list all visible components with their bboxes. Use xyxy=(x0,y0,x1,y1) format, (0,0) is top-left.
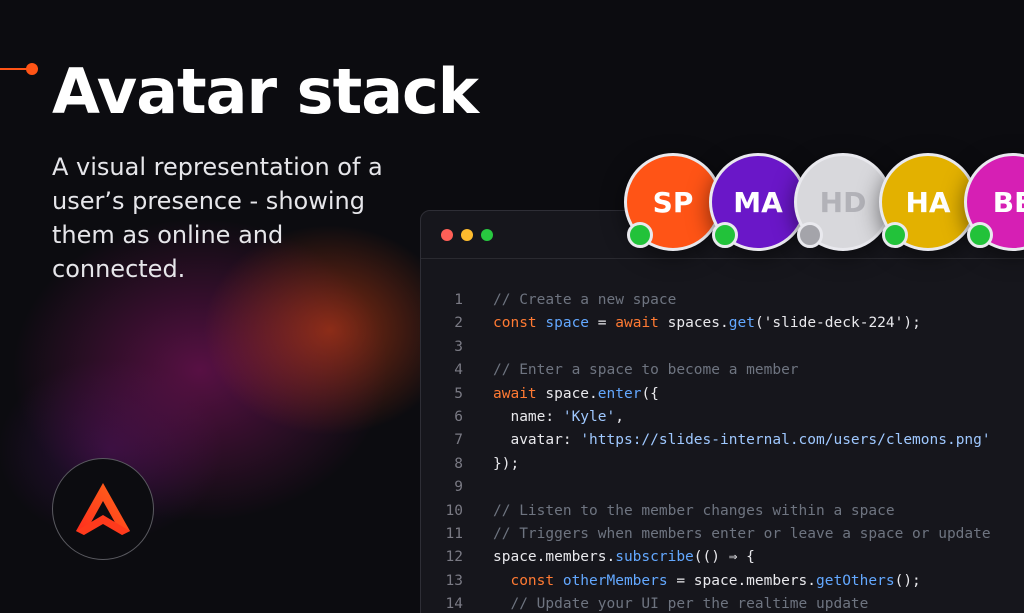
code-token: = xyxy=(589,315,616,332)
line-number: 10 xyxy=(445,502,463,519)
ably-logo-icon xyxy=(76,483,130,535)
code-token: ({ xyxy=(641,385,659,402)
line-number: 6 xyxy=(454,408,463,425)
code-text: // Update your UI per the realtime updat… xyxy=(493,593,868,613)
avatar-hd[interactable]: HD xyxy=(794,153,892,251)
avatar-sp[interactable]: SP xyxy=(624,153,722,251)
code-token: name: xyxy=(493,408,563,425)
code-token: // Update your UI per the realtime updat… xyxy=(493,596,869,613)
code-token: // Create a new space xyxy=(493,292,677,308)
line-number: 8 xyxy=(454,455,463,472)
code-token: get xyxy=(728,315,755,332)
code-text: // Triggers when members enter or leave … xyxy=(493,523,991,546)
code-text: avatar: 'https://slides-internal.com/use… xyxy=(493,429,991,452)
code-line: 6 name: 'Kyle', xyxy=(421,406,1024,429)
code-line: 12 space.members.subscribe(() ⇒ { xyxy=(421,546,1024,569)
close-window-button[interactable] xyxy=(441,229,453,241)
code-token: = space.members. xyxy=(667,572,817,589)
line-number: 4 xyxy=(454,362,463,379)
line-number: 9 xyxy=(454,479,463,496)
avatar-initials: MA xyxy=(733,185,783,219)
code-token: ('slide-deck-224'); xyxy=(754,315,921,332)
code-token: otherMembers xyxy=(562,572,668,589)
code-token: , xyxy=(615,408,624,425)
page-subtitle: A visual representation of a user’s pres… xyxy=(52,153,383,283)
code-line: 13 const otherMembers = space.members.ge… xyxy=(421,570,1024,593)
line-number: 12 xyxy=(445,549,463,566)
code-token: getOthers xyxy=(816,572,895,589)
line-number: 13 xyxy=(445,572,463,589)
code-text: const otherMembers = space.members.getOt… xyxy=(493,570,921,593)
code-token: 'https://slides-internal.com/users/clemo… xyxy=(580,432,991,449)
code-text: // Enter a space to become a member xyxy=(493,359,799,382)
code-editor[interactable]: 1 // Create a new space 2 const space = awa… xyxy=(421,289,1024,613)
code-token: // Listen to the member changes within a… xyxy=(493,502,895,519)
code-token: enter xyxy=(597,385,642,402)
code-text: name: 'Kyle', xyxy=(493,406,624,429)
code-token: spaces. xyxy=(667,315,729,332)
avatar-ma[interactable]: MA xyxy=(709,153,807,251)
code-line: 4 // Enter a space to become a member xyxy=(421,359,1024,382)
online-status-indicator xyxy=(712,222,738,248)
code-text: const space = await spaces.get('slide-de… xyxy=(493,312,921,335)
avatar-ha[interactable]: HA xyxy=(879,153,977,251)
code-line: 14 // Update your UI per the realtime up… xyxy=(421,593,1024,613)
code-token: // Enter a space to become a member xyxy=(493,362,799,379)
line-number: 3 xyxy=(454,338,463,355)
line-number: 2 xyxy=(454,315,463,332)
line-number: 5 xyxy=(454,385,463,402)
code-token: const xyxy=(493,315,546,332)
avatar-be[interactable]: BE xyxy=(964,153,1024,251)
code-token: (() ⇒ { xyxy=(693,549,755,566)
code-line: 10 // Listen to the member changes within… xyxy=(421,500,1024,523)
code-line: 7 avatar: 'https://slides-internal.com/u… xyxy=(421,429,1024,452)
code-text: }); xyxy=(493,453,519,476)
code-line: 1 // Create a new space xyxy=(421,289,1024,312)
avatar-initials: SP xyxy=(652,185,694,219)
code-window: 1 // Create a new space 2 const space = awa… xyxy=(420,210,1024,613)
line-number: 1 xyxy=(454,292,463,308)
code-line: 2 const space = await spaces.get('slide-d… xyxy=(421,312,1024,335)
code-line: 8}); xyxy=(421,453,1024,476)
online-status-indicator xyxy=(967,222,993,248)
offline-status-indicator xyxy=(797,222,823,248)
code-line: 5 await space.enter({ xyxy=(421,383,1024,406)
code-token: await xyxy=(615,315,668,332)
code-text: // Listen to the member changes within a… xyxy=(493,500,895,523)
code-token: await xyxy=(493,385,546,402)
online-status-indicator xyxy=(627,222,653,248)
code-token: space.members. xyxy=(493,549,616,566)
code-token: subscribe xyxy=(615,549,694,566)
line-number: 14 xyxy=(445,596,463,613)
code-text: // Create a new space xyxy=(493,289,676,312)
line-number: 11 xyxy=(445,525,463,542)
avatar-initials: HA xyxy=(905,185,951,219)
code-token: }); xyxy=(493,455,520,472)
online-status-indicator xyxy=(882,222,908,248)
code-token: (); xyxy=(894,572,921,589)
maximize-window-button[interactable] xyxy=(481,229,493,241)
page-title: Avatar stack xyxy=(52,55,479,128)
code-line: 3 xyxy=(421,336,1024,359)
code-text: await space.enter({ xyxy=(493,383,659,406)
code-token: // Triggers when members enter or leave … xyxy=(493,525,991,542)
code-line: 11 // Triggers when members enter or leav… xyxy=(421,523,1024,546)
code-text: space.members.subscribe(() ⇒ { xyxy=(493,546,755,569)
code-token: avatar: xyxy=(493,432,581,449)
ably-logo xyxy=(52,458,154,560)
code-token: space. xyxy=(545,385,598,402)
accent-dot xyxy=(26,63,38,75)
code-token: 'Kyle' xyxy=(562,408,616,425)
avatar-initials: BE xyxy=(992,185,1024,219)
code-token: const xyxy=(493,572,563,589)
line-number: 7 xyxy=(454,432,463,449)
avatar-initials: HD xyxy=(819,185,867,219)
code-token: space xyxy=(545,315,590,332)
code-line: 9 xyxy=(421,476,1024,499)
minimize-window-button[interactable] xyxy=(461,229,473,241)
